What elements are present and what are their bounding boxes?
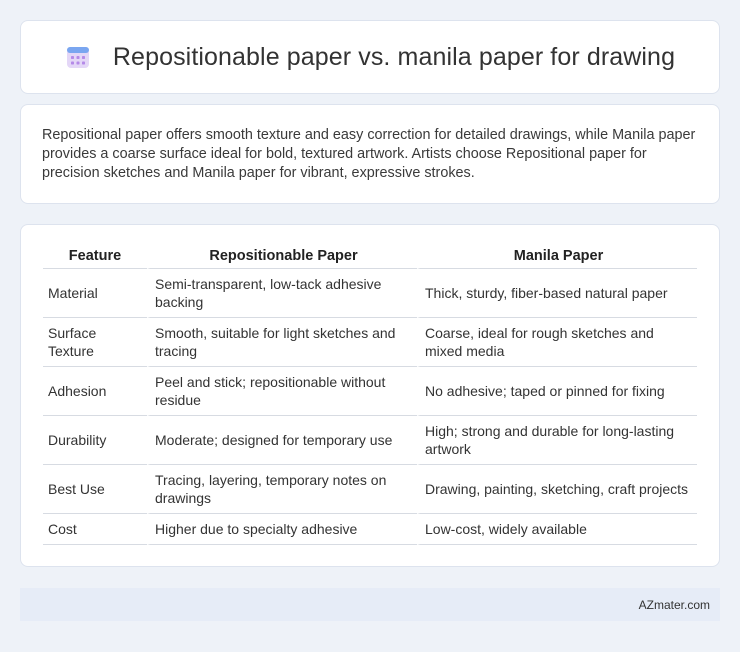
- repositionable-cell: Tracing, layering, temporary notes on dr…: [147, 465, 417, 514]
- table-row: Best Use Tracing, layering, temporary no…: [43, 465, 697, 514]
- repositionable-cell: Smooth, suitable for light sketches and …: [147, 318, 417, 367]
- repositionable-cell: Higher due to specialty adhesive: [147, 514, 417, 545]
- manila-cell: Thick, sturdy, fiber-based natural paper: [417, 269, 697, 318]
- page-title: Repositionable paper vs. manila paper fo…: [112, 42, 676, 71]
- intro-text: Repositional paper offers smooth texture…: [42, 127, 696, 181]
- header-manila: Manila Paper: [417, 243, 697, 269]
- table-row: Surface Texture Smooth, suitable for lig…: [43, 318, 697, 367]
- header-repositionable: Repositionable Paper: [147, 243, 417, 269]
- manila-cell: High; strong and durable for long-lastin…: [417, 416, 697, 465]
- table-row: Material Semi-transparent, low-tack adhe…: [43, 269, 697, 318]
- intro-card: Repositional paper offers smooth texture…: [20, 104, 720, 204]
- comparison-table: Feature Repositionable Paper Manila Pape…: [43, 243, 697, 545]
- header-feature: Feature: [43, 243, 147, 269]
- feature-cell: Surface Texture: [43, 318, 147, 367]
- manila-cell: No adhesive; taped or pinned for fixing: [417, 367, 697, 416]
- table-header-row: Feature Repositionable Paper Manila Pape…: [43, 243, 697, 269]
- feature-cell: Material: [43, 269, 147, 318]
- feature-cell: Best Use: [43, 465, 147, 514]
- footer: AZmater.com: [20, 588, 720, 621]
- manila-cell: Drawing, painting, sketching, craft proj…: [417, 465, 697, 514]
- feature-cell: Cost: [43, 514, 147, 545]
- comparison-card: Feature Repositionable Paper Manila Pape…: [20, 224, 720, 567]
- table-row: Durability Moderate; designed for tempor…: [43, 416, 697, 465]
- feature-cell: Adhesion: [43, 367, 147, 416]
- manila-cell: Low-cost, widely available: [417, 514, 697, 545]
- repositionable-cell: Semi-transparent, low-tack adhesive back…: [147, 269, 417, 318]
- repositionable-cell: Moderate; designed for temporary use: [147, 416, 417, 465]
- feature-cell: Durability: [43, 416, 147, 465]
- table-row: Cost Higher due to specialty adhesive Lo…: [43, 514, 697, 545]
- title-card: Repositionable paper vs. manila paper fo…: [20, 20, 720, 94]
- calendar-icon: [66, 47, 89, 68]
- footer-brand: AZmater.com: [638, 597, 710, 612]
- table-row: Adhesion Peel and stick; repositionable …: [43, 367, 697, 416]
- repositionable-cell: Peel and stick; repositionable without r…: [147, 367, 417, 416]
- manila-cell: Coarse, ideal for rough sketches and mix…: [417, 318, 697, 367]
